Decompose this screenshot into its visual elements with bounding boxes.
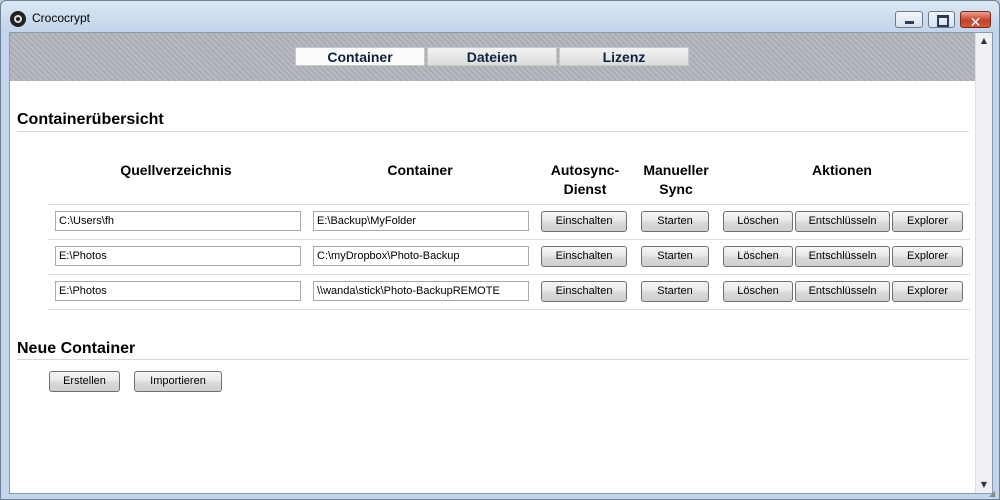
close-icon: ✕ <box>969 15 982 31</box>
scroll-up-arrow-icon[interactable]: ▲ <box>976 33 992 49</box>
column-header-container: Container <box>387 162 453 178</box>
container-field[interactable]: \\wanda\stick\Photo-BackupREMOTE <box>313 281 529 301</box>
autosync-enable-button[interactable]: Einschalten <box>541 281 627 302</box>
column-header-actions: Aktionen <box>812 162 872 178</box>
client-area: Container Dateien Lizenz ▲ ▼ Containerüb… <box>9 32 993 494</box>
column-header-autosync-line2: Dienst <box>563 181 607 197</box>
table-row-divider <box>48 204 970 205</box>
column-header-manual-sync: Manueller Sync <box>631 161 721 199</box>
window-title: Crococrypt <box>32 11 91 25</box>
table-row-divider <box>48 239 970 240</box>
resize-grip-icon[interactable]: ◢ <box>989 489 997 498</box>
maximize-icon <box>937 15 949 27</box>
overview-section-title: Containerübersicht <box>17 111 164 128</box>
column-header-manual-line2: Sync <box>659 181 693 197</box>
maximize-button[interactable] <box>928 11 955 28</box>
delete-button[interactable]: Löschen <box>723 211 793 232</box>
tab-banner: Container Dateien Lizenz <box>10 33 975 81</box>
delete-button[interactable]: Löschen <box>723 246 793 267</box>
decrypt-button[interactable]: Entschlüsseln <box>795 211 890 232</box>
decrypt-button[interactable]: Entschlüsseln <box>795 281 890 302</box>
close-button[interactable]: ✕ <box>960 11 991 31</box>
source-field[interactable]: E:\Photos <box>55 281 301 301</box>
autosync-enable-button[interactable]: Einschalten <box>541 246 627 267</box>
crococrypt-logo-icon[interactable] <box>10 11 26 27</box>
minimize-button[interactable] <box>895 11 923 28</box>
container-field[interactable]: C:\myDropbox\Photo-Backup <box>313 246 529 266</box>
vertical-scrollbar[interactable]: ▲ ▼ <box>975 33 992 493</box>
column-header-source: Quellverzeichnis <box>120 162 232 178</box>
source-field[interactable]: E:\Photos <box>55 246 301 266</box>
tab-container[interactable]: Container <box>295 47 425 66</box>
explorer-button[interactable]: Explorer <box>892 246 963 267</box>
explorer-button[interactable]: Explorer <box>892 281 963 302</box>
tab-dateien[interactable]: Dateien <box>427 47 557 66</box>
table-row-divider <box>48 309 970 310</box>
decrypt-button[interactable]: Entschlüsseln <box>795 246 890 267</box>
title-bar[interactable]: Crococrypt ✕ <box>1 1 999 33</box>
column-header-autosync: Autosync- Dienst <box>540 161 630 199</box>
minimize-icon <box>905 21 914 24</box>
autosync-enable-button[interactable]: Einschalten <box>541 211 627 232</box>
table-row-divider <box>48 274 970 275</box>
import-container-button[interactable]: Importieren <box>134 371 222 392</box>
manual-sync-start-button[interactable]: Starten <box>641 281 709 302</box>
section-divider <box>17 131 969 132</box>
explorer-button[interactable]: Explorer <box>892 211 963 232</box>
manual-sync-start-button[interactable]: Starten <box>641 211 709 232</box>
column-header-manual-line1: Manueller <box>643 162 709 178</box>
manual-sync-start-button[interactable]: Starten <box>641 246 709 267</box>
delete-button[interactable]: Löschen <box>723 281 793 302</box>
tab-lizenz[interactable]: Lizenz <box>559 47 689 66</box>
column-header-autosync-line1: Autosync- <box>550 162 620 178</box>
source-field[interactable]: C:\Users\fh <box>55 211 301 231</box>
section-divider <box>17 359 969 360</box>
new-container-section-title: Neue Container <box>17 340 136 357</box>
app-window: Crococrypt ✕ Container Dateien Lizenz ▲ … <box>0 0 1000 500</box>
create-container-button[interactable]: Erstellen <box>49 371 120 392</box>
container-field[interactable]: E:\Backup\MyFolder <box>313 211 529 231</box>
